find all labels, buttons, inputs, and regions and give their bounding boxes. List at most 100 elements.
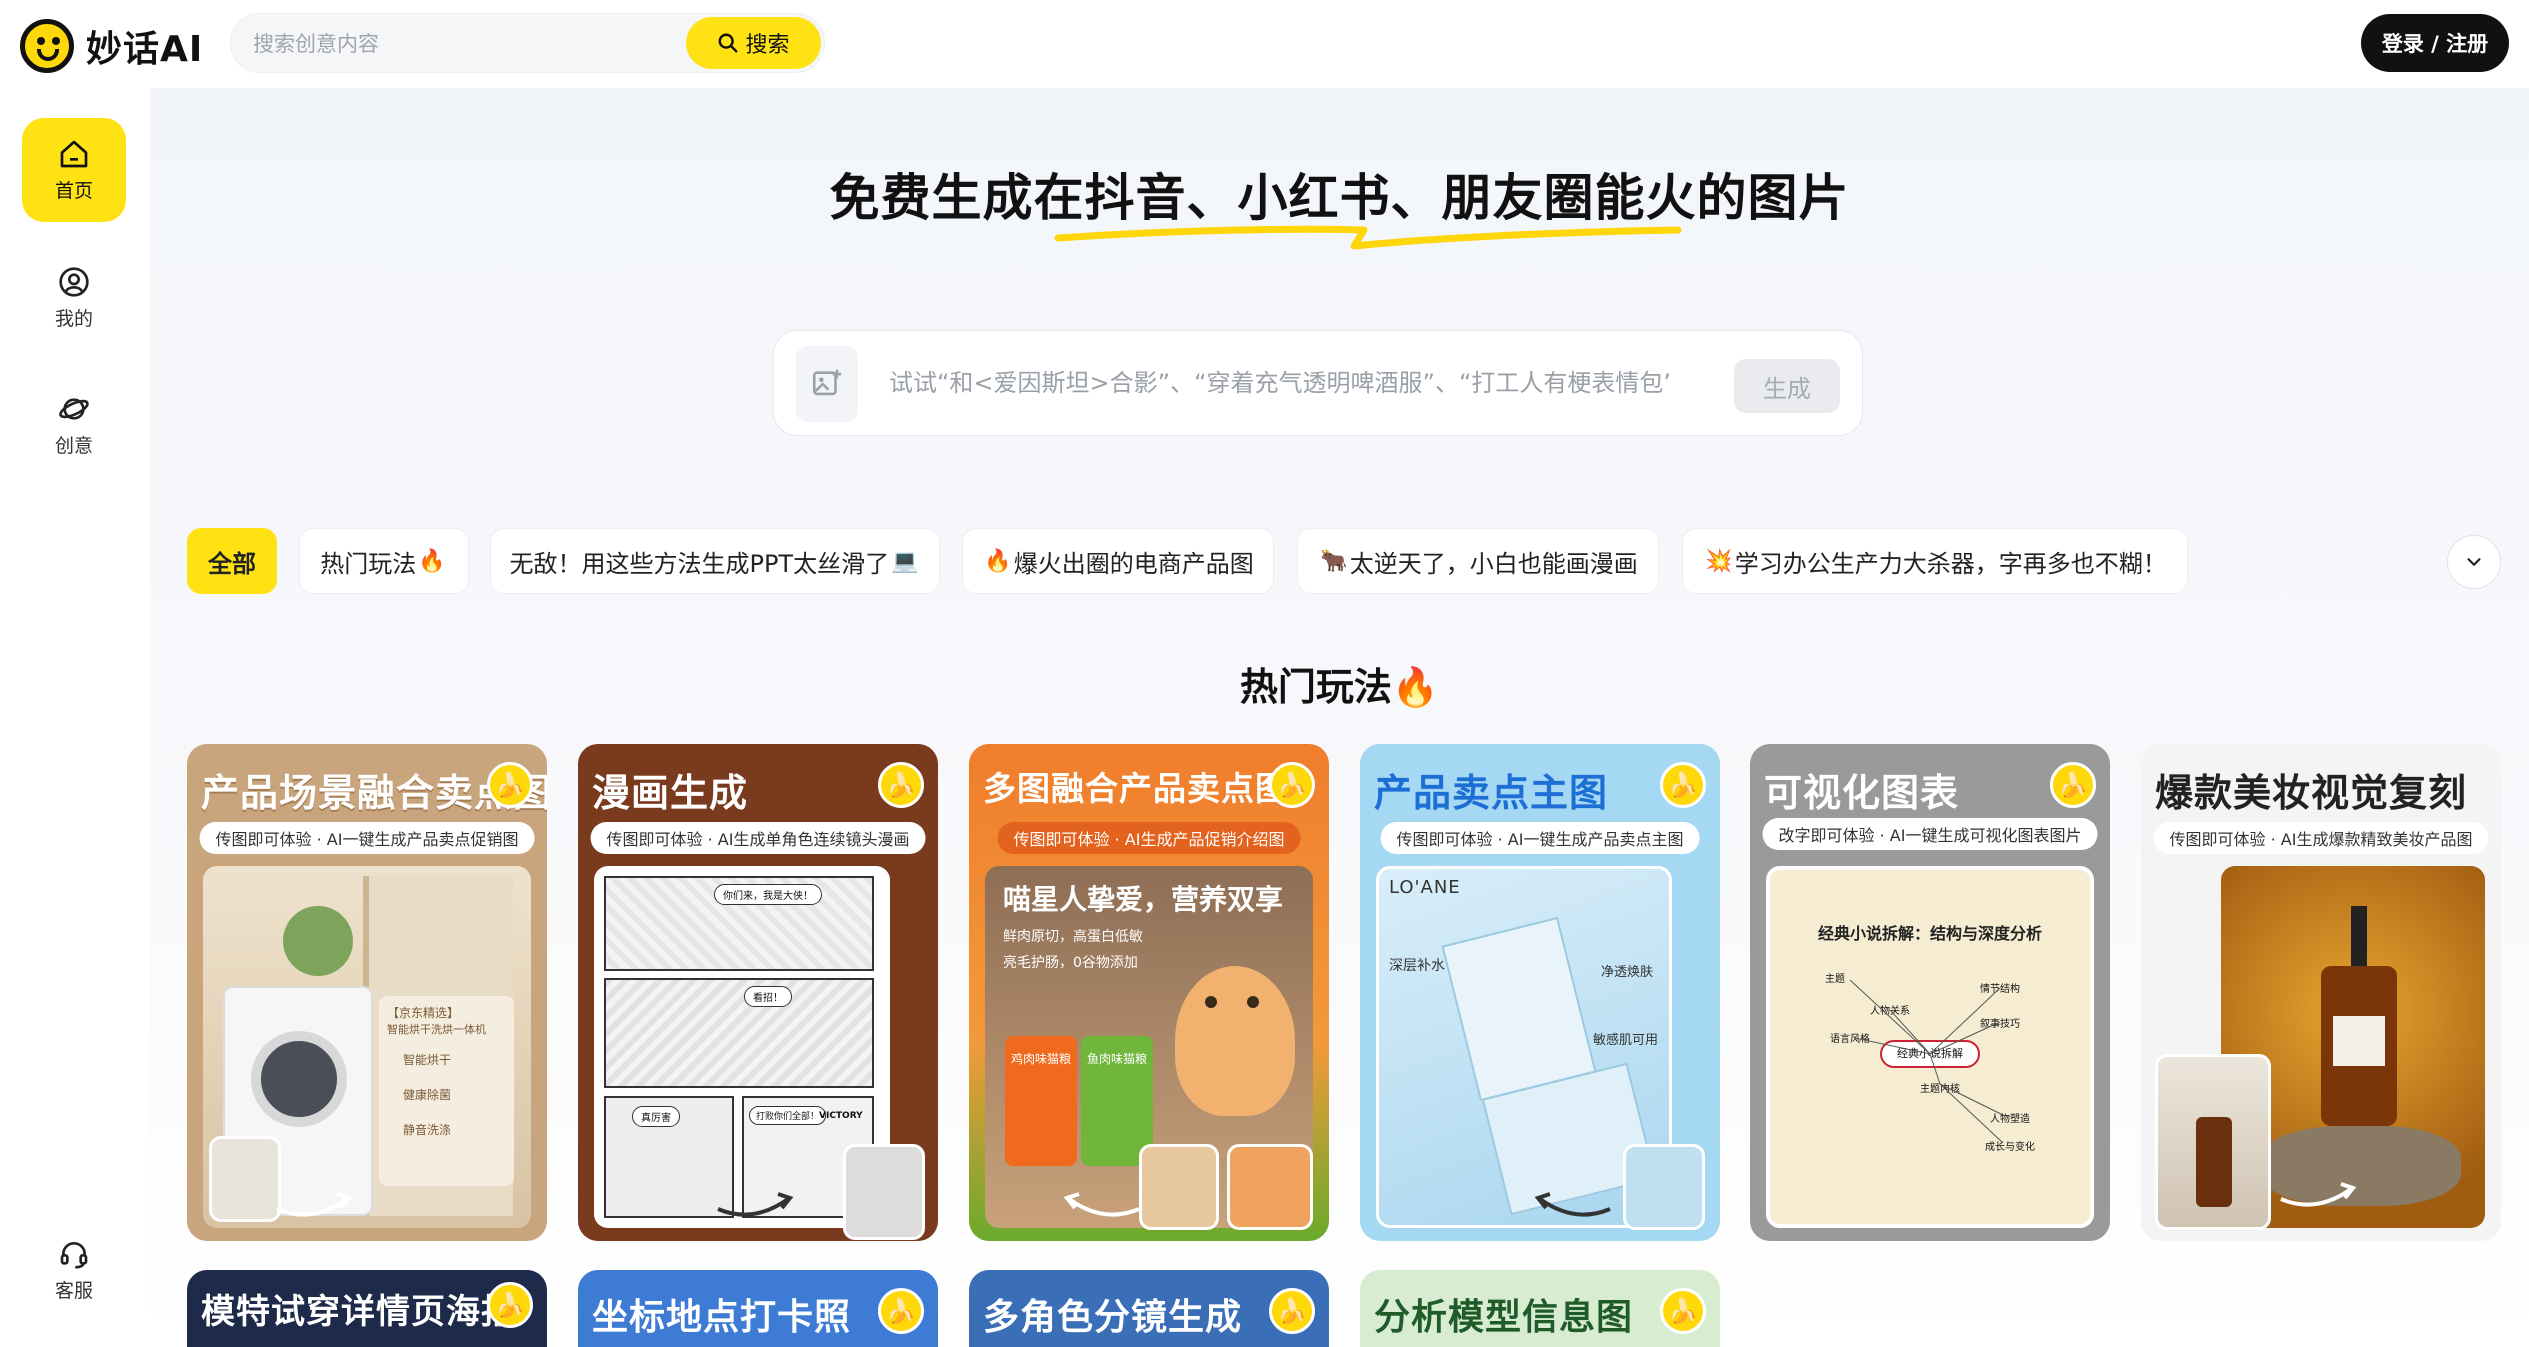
card-subtitle: 传图即可体验 · AI一键生成产品卖点促销图 xyxy=(199,822,535,854)
product-point-2: 亮毛护肠，0谷物添加 xyxy=(1003,955,1138,971)
card-multi-character-storyboard[interactable]: 多角色分镜生成 🍌 xyxy=(969,1270,1329,1347)
arrow-icon xyxy=(1534,1192,1611,1217)
logo[interactable]: 妙话AI xyxy=(20,18,203,74)
card-image: 经典小说拆解：结构与深度分析 经典小说拆解 主题 情节结构 人物关系 叙事技巧 … xyxy=(1766,866,2094,1228)
card-subtitle: 传图即可体验 · AI一键生成产品卖点主图 xyxy=(1380,822,1700,854)
sidebar-item-label: 客服 xyxy=(54,1279,93,1302)
product-bag-chicken: 鸡肉味猫粮 xyxy=(1005,1036,1077,1166)
ox-icon: 🐂 xyxy=(1320,548,1348,574)
headset-icon xyxy=(60,1241,88,1269)
source-thumbnail xyxy=(843,1144,925,1240)
card-comic[interactable]: 漫画生成 🍌 传图即可体验 · AI生成单角色连续镜头漫画 你们来，我是大侠！ … xyxy=(578,744,938,1241)
search-input[interactable] xyxy=(253,24,673,64)
fire-icon: 🔥 xyxy=(1391,665,1440,709)
source-thumbnail xyxy=(1623,1144,1705,1230)
tab-all[interactable]: 全部 xyxy=(187,528,277,594)
sidebar: 首页 我的 创意 客服 xyxy=(0,88,150,1347)
card-visual-chart[interactable]: 可视化图表 🍌 改字即可体验 · AI一键生成可视化图表图片 经典小说拆解：结构… xyxy=(1750,744,2110,1241)
source-thumbnail xyxy=(2155,1054,2271,1230)
tab-hot[interactable]: 热门玩法 🔥 xyxy=(299,528,469,594)
card-image: 【京东精选】 智能烘干洗烘一体机 智能烘干 健康除菌 静音洗涤 xyxy=(203,866,531,1228)
card-title: 多图融合产品卖点图 xyxy=(983,769,1289,808)
planet-icon xyxy=(59,397,89,420)
search-button[interactable]: 搜索 xyxy=(686,17,821,69)
card-model-tryon[interactable]: 模特试穿详情页海报 🍌 xyxy=(187,1270,547,1347)
banana-icon: 🍌 xyxy=(1660,762,1706,808)
card-product-selling-point[interactable]: 产品卖点主图 🍌 传图即可体验 · AI一键生成产品卖点主图 LO'ANE 深层… xyxy=(1360,744,1720,1241)
arrow-icon xyxy=(717,1192,794,1217)
speech-bubble: 真厉害 xyxy=(632,1106,680,1127)
speech-bubble: 看招！ xyxy=(744,986,792,1007)
login-register-button[interactable]: 登录 / 注册 xyxy=(2361,14,2509,72)
product-headline: 喵星人挚爱，营养双享 xyxy=(1003,883,1284,916)
main-content: 免费生成在抖音、小红书、朋友圈能火的图片 生成 全部 热门玩法🔥 无敌！用这些方… xyxy=(150,88,2529,1347)
expand-tabs-button[interactable] xyxy=(2447,535,2501,589)
sidebar-item-support[interactable]: 客服 xyxy=(22,1218,126,1322)
sidebar-item-label: 我的 xyxy=(54,307,93,330)
card-subtitle: 传图即可体验 · AI生成爆款精致美妆产品图 xyxy=(2153,822,2489,854)
card-title: 爆款美妆视觉复刻 xyxy=(2155,771,2468,815)
generate-button[interactable]: 生成 xyxy=(1734,359,1840,413)
fire-icon: 🔥 xyxy=(984,548,1012,574)
logo-face-icon xyxy=(20,19,74,73)
card-title: 多角色分镜生成 xyxy=(983,1297,1243,1338)
image-upload-icon xyxy=(812,369,842,396)
feature-1: 深层补水 xyxy=(1389,958,1445,974)
card-location-checkin[interactable]: 坐标地点打卡照 🍌 xyxy=(578,1270,938,1347)
tab-office[interactable]: 💥 学习办公生产力大杀器，字再多也不糊！ xyxy=(1682,528,2188,594)
banana-icon: 🍌 xyxy=(1269,762,1315,808)
card-subtitle: 改字即可体验 · AI一键生成可视化图表图片 xyxy=(1762,818,2098,850)
speech-bubble: VICTORY xyxy=(819,1111,863,1121)
mindmap-lines xyxy=(1849,979,2006,1143)
banana-icon: 🍌 xyxy=(487,762,533,808)
search-button-label: 搜索 xyxy=(745,33,790,58)
product-point-1: 鲜肉原切，高蛋白低敏 xyxy=(1003,929,1143,945)
card-analysis-infographic[interactable]: 分析模型信息图 🍌 xyxy=(1360,1270,1720,1347)
source-thumbnail xyxy=(1227,1144,1313,1230)
logo-text: 妙话AI xyxy=(86,29,204,70)
speech-bubble: 你们来，我是大侠！ xyxy=(714,884,822,905)
banana-icon: 🍌 xyxy=(487,1282,533,1328)
speech-bubble: 打败你们全部！ xyxy=(749,1106,827,1125)
arrow-icon xyxy=(276,1192,353,1217)
computer-icon: 💻 xyxy=(891,548,919,574)
banana-icon: 🍌 xyxy=(878,762,924,808)
prompt-input[interactable] xyxy=(889,361,1669,405)
arrow-icon xyxy=(2280,1182,2357,1207)
feature-2: 健康除菌 xyxy=(403,1088,452,1102)
card-multi-image-product[interactable]: 多图融合产品卖点图 🍌 传图即可体验 · AI生成产品促销介绍图 喵星人挚爱，营… xyxy=(969,744,1329,1241)
banana-icon: 🍌 xyxy=(2050,762,2096,808)
feature-3: 静音洗涤 xyxy=(403,1123,452,1137)
sidebar-item-label: 创意 xyxy=(54,434,93,457)
tab-ecommerce[interactable]: 🔥 爆火出圈的电商产品图 xyxy=(962,528,1274,594)
tab-ppt[interactable]: 无敌！用这些方法生成PPT太丝滑了 💻 xyxy=(490,528,940,594)
banana-icon: 🍌 xyxy=(1269,1288,1315,1334)
user-icon xyxy=(59,266,89,297)
search-icon xyxy=(719,33,738,53)
card-beauty-visual[interactable]: 爆款美妆视觉复刻 传图即可体验 · AI生成爆款精致美妆产品图 xyxy=(2141,744,2501,1241)
card-title: 分析模型信息图 xyxy=(1374,1297,1634,1338)
sidebar-item-mine[interactable]: 我的 xyxy=(22,246,126,350)
sidebar-item-creative[interactable]: 创意 xyxy=(22,373,126,477)
card-title: 漫画生成 xyxy=(592,771,749,815)
card-product-scene[interactable]: 产品场景融合卖点图 🍌 传图即可体验 · AI一键生成产品卖点促销图 【京东精选… xyxy=(187,744,547,1241)
feature-3: 敏感肌可用 xyxy=(1593,1033,1659,1048)
sidebar-item-home[interactable]: 首页 xyxy=(22,118,126,222)
sidebar-item-label: 首页 xyxy=(54,179,93,202)
fire-icon: 🔥 xyxy=(418,548,446,574)
product-brand: 【京东精选】 xyxy=(387,1006,460,1020)
feature-1: 智能烘干 xyxy=(403,1053,452,1067)
collision-icon: 💥 xyxy=(1705,548,1733,574)
tab-comic[interactable]: 🐂 太逆天了，小白也能画漫画 xyxy=(1297,528,1659,594)
product-desc: 智能烘干洗烘一体机 xyxy=(387,1023,486,1036)
feature-2: 净透焕肤 xyxy=(1601,965,1654,980)
chevron-down-icon xyxy=(2467,558,2481,566)
upload-image-button[interactable] xyxy=(796,346,858,422)
card-title: 模特试穿详情页海报 xyxy=(201,1292,516,1332)
source-thumbnail xyxy=(1139,1144,1219,1230)
search-box: 搜索 xyxy=(230,13,825,73)
card-subtitle: 传图即可体验 · AI生成单角色连续镜头漫画 xyxy=(590,822,926,854)
hero-underline-decoration xyxy=(1054,225,1682,250)
card-subtitle: 传图即可体验 · AI生成产品促销介绍图 xyxy=(997,822,1301,854)
banana-icon: 🍌 xyxy=(1660,1288,1706,1334)
